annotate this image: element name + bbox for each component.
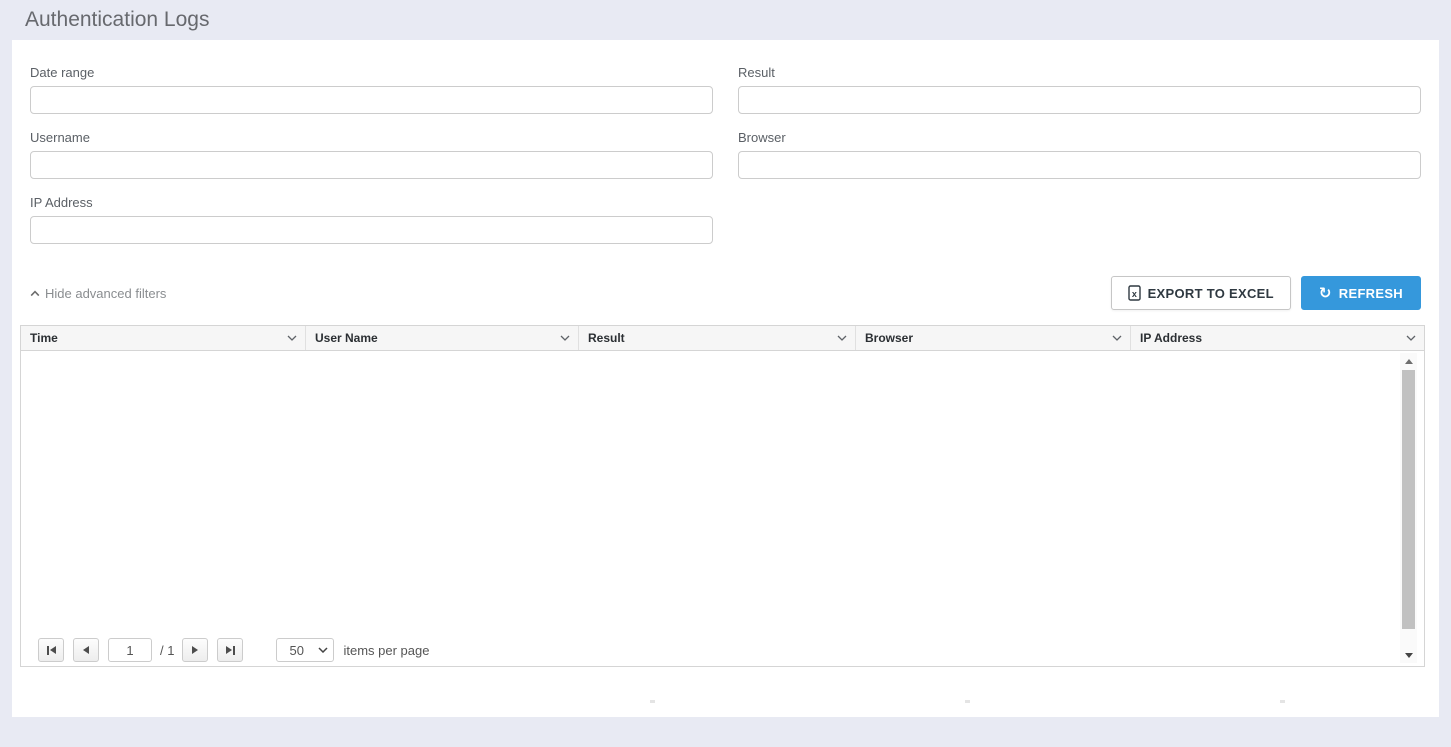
grid-vertical-scrollbar[interactable] bbox=[1400, 353, 1417, 663]
column-header-user-name-label: User Name bbox=[315, 331, 378, 345]
column-header-time[interactable]: Time bbox=[21, 326, 306, 350]
field-ip-address: IP Address bbox=[30, 195, 713, 244]
chevron-down-icon[interactable] bbox=[1112, 335, 1122, 341]
page-number-input[interactable] bbox=[108, 638, 152, 662]
grid-body-empty bbox=[21, 351, 1424, 634]
chevron-down-icon[interactable] bbox=[1406, 335, 1416, 341]
filter-form: Date range Username IP Address Result Br… bbox=[12, 40, 1439, 260]
column-header-user-name[interactable]: User Name bbox=[306, 326, 579, 350]
scrollbar-track[interactable] bbox=[1400, 369, 1417, 647]
browser-label: Browser bbox=[738, 130, 1421, 145]
result-label: Result bbox=[738, 65, 1421, 80]
faint-mark bbox=[650, 700, 655, 703]
chevron-down-icon[interactable] bbox=[287, 335, 297, 341]
previous-page-icon bbox=[83, 646, 89, 654]
date-range-label: Date range bbox=[30, 65, 713, 80]
faint-mark bbox=[965, 700, 970, 703]
scrollbar-down-button[interactable] bbox=[1400, 647, 1417, 663]
export-to-excel-button[interactable]: x EXPORT TO EXCEL bbox=[1111, 276, 1291, 310]
page-size-select[interactable]: 50 bbox=[276, 638, 334, 662]
page-total-label: / 1 bbox=[160, 643, 174, 658]
page-header: Authentication Logs bbox=[0, 0, 1451, 40]
field-username: Username bbox=[30, 130, 713, 179]
excel-file-icon: x bbox=[1128, 285, 1141, 301]
scrollbar-thumb[interactable] bbox=[1402, 370, 1415, 629]
auth-logs-grid: Time User Name Result Browser bbox=[20, 325, 1425, 667]
content-panel: Date range Username IP Address Result Br… bbox=[12, 40, 1439, 717]
previous-page-button[interactable] bbox=[73, 638, 99, 662]
caret-up-icon bbox=[30, 290, 40, 297]
svg-text:x: x bbox=[1131, 289, 1136, 299]
last-page-button[interactable] bbox=[217, 638, 243, 662]
refresh-icon: ↻ bbox=[1319, 286, 1332, 301]
grid-pager: / 1 50 items per page bbox=[21, 634, 1424, 666]
username-input[interactable] bbox=[30, 151, 713, 179]
refresh-label: REFRESH bbox=[1339, 286, 1403, 301]
first-page-button[interactable] bbox=[38, 638, 64, 662]
last-page-icon bbox=[226, 646, 232, 654]
column-header-browser-label: Browser bbox=[865, 331, 913, 345]
column-header-browser[interactable]: Browser bbox=[856, 326, 1131, 350]
toolbar-buttons: x EXPORT TO EXCEL ↻ REFRESH bbox=[1111, 276, 1421, 310]
chevron-down-icon[interactable] bbox=[560, 335, 570, 341]
field-result: Result bbox=[738, 65, 1421, 114]
faint-mark bbox=[1280, 700, 1285, 703]
column-header-time-label: Time bbox=[30, 331, 58, 345]
column-header-result-label: Result bbox=[588, 331, 625, 345]
grid-header: Time User Name Result Browser bbox=[21, 326, 1424, 351]
scrollbar-up-button[interactable] bbox=[1400, 353, 1417, 369]
filter-column-left: Date range Username IP Address bbox=[30, 65, 713, 260]
toolbar-row: Hide advanced filters x EXPORT TO EXCEL … bbox=[12, 276, 1439, 310]
scroll-up-icon bbox=[1405, 359, 1413, 364]
ip-address-input[interactable] bbox=[30, 216, 713, 244]
field-browser: Browser bbox=[738, 130, 1421, 179]
date-range-input[interactable] bbox=[30, 86, 713, 114]
first-page-icon bbox=[47, 646, 49, 655]
next-page-icon bbox=[192, 646, 198, 654]
browser-input[interactable] bbox=[738, 151, 1421, 179]
column-header-result[interactable]: Result bbox=[579, 326, 856, 350]
page-title: Authentication Logs bbox=[25, 8, 209, 32]
items-per-page-label: items per page bbox=[343, 643, 429, 658]
export-to-excel-label: EXPORT TO EXCEL bbox=[1148, 286, 1274, 301]
filter-column-right: Result Browser bbox=[738, 65, 1421, 260]
next-page-button[interactable] bbox=[182, 638, 208, 662]
result-input[interactable] bbox=[738, 86, 1421, 114]
refresh-button[interactable]: ↻ REFRESH bbox=[1301, 276, 1421, 310]
page-size-select-wrap: 50 bbox=[276, 638, 334, 662]
hide-advanced-filters-label: Hide advanced filters bbox=[45, 286, 166, 301]
column-header-ip-address-label: IP Address bbox=[1140, 331, 1202, 345]
ip-address-label: IP Address bbox=[30, 195, 713, 210]
scroll-down-icon bbox=[1405, 653, 1413, 658]
hide-advanced-filters-toggle[interactable]: Hide advanced filters bbox=[30, 286, 166, 301]
chevron-down-icon[interactable] bbox=[837, 335, 847, 341]
column-header-ip-address[interactable]: IP Address bbox=[1131, 326, 1424, 350]
field-date-range: Date range bbox=[30, 65, 713, 114]
username-label: Username bbox=[30, 130, 713, 145]
